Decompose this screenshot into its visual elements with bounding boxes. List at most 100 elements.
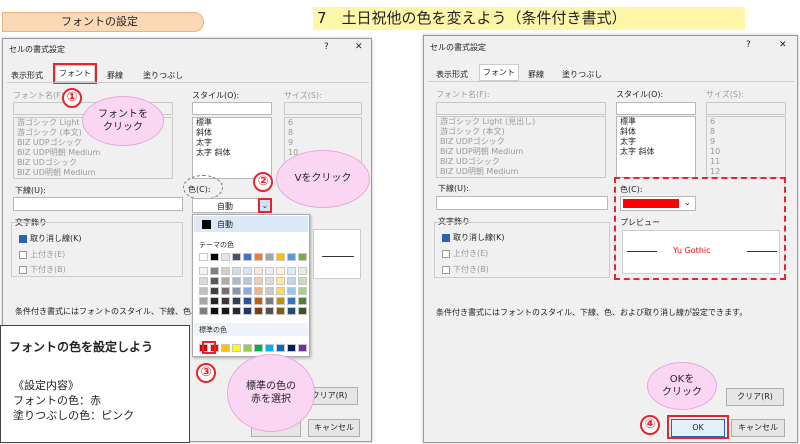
underline-select[interactable] [13, 197, 183, 211]
theme-shade-swatch[interactable] [265, 287, 274, 295]
theme-shade-swatch[interactable] [199, 277, 208, 285]
size-item[interactable]: 6 [707, 117, 785, 127]
font-item[interactable]: BIZ UD明朝 Medium [437, 167, 605, 177]
tab-font[interactable]: フォント [479, 64, 519, 81]
theme-shade-swatch[interactable] [276, 307, 285, 315]
theme-shade-swatch[interactable] [265, 297, 274, 305]
standard-color-swatch[interactable] [221, 344, 230, 352]
theme-shade-swatch[interactable] [210, 307, 219, 315]
theme-shade-swatch[interactable] [298, 307, 307, 315]
theme-color-swatch[interactable] [221, 253, 230, 261]
theme-shade-swatch[interactable] [221, 277, 230, 285]
theme-shade-swatch[interactable] [232, 307, 241, 315]
theme-shade-swatch[interactable] [276, 277, 285, 285]
theme-color-swatch[interactable] [254, 253, 263, 261]
font-item[interactable]: 游ゴシック Light (見出し) [437, 117, 605, 127]
theme-shade-swatch[interactable] [232, 287, 241, 295]
theme-shade-swatch[interactable] [243, 307, 252, 315]
theme-shade-swatch[interactable] [254, 297, 263, 305]
size-item[interactable]: 9 [707, 137, 785, 147]
color-dropdown-arrow[interactable]: ⌄ [681, 197, 694, 210]
style-item[interactable]: 太字 斜体 [193, 148, 271, 158]
help-button[interactable]: ? [324, 42, 329, 52]
theme-shade-swatch[interactable] [232, 277, 241, 285]
theme-shade-swatch[interactable] [254, 287, 263, 295]
theme-shade-swatch[interactable] [199, 307, 208, 315]
style-item[interactable]: 標準 [617, 117, 695, 127]
tab-number-format[interactable]: 表示形式 [436, 69, 468, 80]
theme-shade-swatch[interactable] [232, 297, 241, 305]
theme-color-swatch[interactable] [287, 253, 296, 261]
font-item[interactable]: BIZ UDゴシック [437, 157, 605, 167]
font-item[interactable]: BIZ UD明朝 Medium [14, 168, 172, 178]
tab-number-format[interactable]: 表示形式 [11, 70, 43, 81]
theme-shade-swatch[interactable] [265, 307, 274, 315]
font-item[interactable]: BIZ UDゴシック [14, 158, 172, 168]
style-item[interactable]: 標準 [193, 118, 271, 128]
size-item[interactable]: 9 [285, 138, 361, 148]
size-item[interactable]: 6 [285, 118, 361, 128]
theme-shade-swatch[interactable] [199, 267, 208, 275]
theme-shade-swatch[interactable] [243, 287, 252, 295]
theme-color-swatch[interactable] [210, 253, 219, 261]
theme-shade-swatch[interactable] [210, 267, 219, 275]
style-item[interactable]: 太字 斜体 [617, 147, 695, 157]
theme-shade-swatch[interactable] [243, 277, 252, 285]
close-button[interactable]: ✕ [779, 40, 787, 50]
theme-shade-swatch[interactable] [232, 267, 241, 275]
font-color-select[interactable]: ⌄ [620, 196, 696, 211]
theme-shade-swatch[interactable] [221, 287, 230, 295]
tab-fill[interactable]: 塗りつぶし [562, 69, 602, 80]
size-item[interactable]: 11 [707, 157, 785, 167]
palette-auto-row[interactable]: 自動 [194, 216, 308, 232]
theme-shade-swatch[interactable] [221, 297, 230, 305]
cancel-button[interactable]: キャンセル [308, 419, 360, 437]
theme-shade-swatch[interactable] [243, 267, 252, 275]
theme-shade-swatch[interactable] [221, 267, 230, 275]
theme-shade-swatch[interactable] [265, 267, 274, 275]
help-button[interactable]: ? [746, 40, 751, 50]
theme-shade-swatch[interactable] [287, 267, 296, 275]
theme-shade-swatch[interactable] [287, 287, 296, 295]
font-name-input[interactable] [436, 102, 606, 115]
style-list[interactable]: 標準 斜体 太字 太字 斜体 [616, 116, 696, 178]
standard-color-swatch[interactable] [276, 344, 285, 352]
size-item[interactable]: 8 [707, 127, 785, 137]
standard-color-swatch[interactable] [254, 344, 263, 352]
font-item[interactable]: 游ゴシック (本文) [437, 127, 605, 137]
size-input[interactable] [706, 102, 786, 115]
theme-shade-swatch[interactable] [265, 277, 274, 285]
theme-shade-swatch[interactable] [276, 297, 285, 305]
style-item[interactable]: 太字 [617, 137, 695, 147]
standard-color-swatch[interactable] [243, 344, 252, 352]
style-input[interactable] [192, 102, 272, 115]
theme-color-swatch[interactable] [199, 253, 208, 261]
theme-shade-swatch[interactable] [287, 307, 296, 315]
tab-border[interactable]: 罫線 [528, 69, 544, 80]
style-item[interactable]: 斜体 [193, 128, 271, 138]
theme-shade-swatch[interactable] [221, 307, 230, 315]
theme-shade-swatch[interactable] [298, 277, 307, 285]
theme-shade-swatch[interactable] [254, 307, 263, 315]
font-item[interactable]: BIZ UDP明朝 Medium [437, 147, 605, 157]
standard-color-swatch[interactable] [287, 344, 296, 352]
subscript-option[interactable]: 下付き(B) [19, 264, 66, 275]
style-item[interactable]: 斜体 [617, 127, 695, 137]
size-list[interactable]: 6 8 9 10 11 12 [706, 116, 786, 178]
theme-shade-swatch[interactable] [276, 287, 285, 295]
font-name-list[interactable]: 游ゴシック Light (見出し) 游ゴシック (本文) BIZ UDPゴシック… [436, 116, 606, 178]
theme-color-swatch[interactable] [243, 253, 252, 261]
theme-shade-swatch[interactable] [287, 277, 296, 285]
theme-shade-swatch[interactable] [298, 297, 307, 305]
font-item[interactable]: BIZ UDPゴシック [437, 137, 605, 147]
theme-color-swatch[interactable] [298, 253, 307, 261]
tab-border[interactable]: 罫線 [107, 70, 123, 81]
theme-shade-swatch[interactable] [254, 277, 263, 285]
theme-shade-swatch[interactable] [199, 297, 208, 305]
font-item[interactable]: BIZ UDP明朝 Medium [14, 148, 172, 158]
size-item[interactable]: 8 [285, 128, 361, 138]
strikethrough-option[interactable]: 取り消し線(K) [442, 232, 505, 243]
style-input[interactable] [616, 102, 696, 115]
standard-color-swatch[interactable] [265, 344, 274, 352]
size-item[interactable]: 10 [707, 147, 785, 157]
